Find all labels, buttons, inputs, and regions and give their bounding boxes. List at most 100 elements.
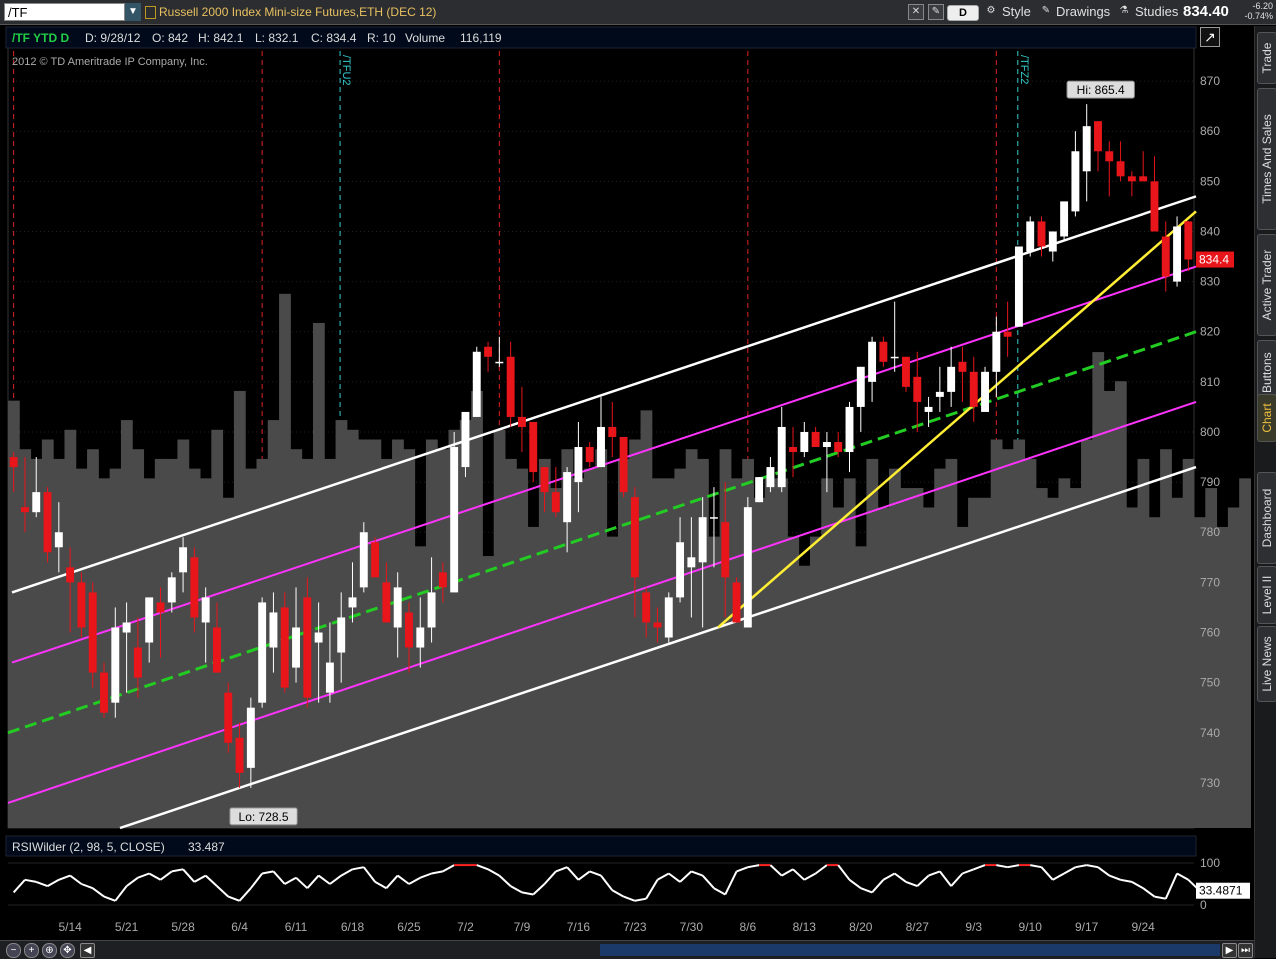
scroll-thumb[interactable]	[600, 944, 1220, 956]
tab-live-news[interactable]: Live News	[1257, 626, 1276, 702]
volume-bar	[414, 546, 427, 828]
header-volume-value: 116,119	[460, 31, 502, 45]
crosshair-icon[interactable]: ✕	[908, 4, 924, 20]
chevron-down-icon[interactable]: ▼	[124, 3, 141, 21]
last-price: 834.40	[1183, 3, 1229, 20]
candle-body	[676, 542, 685, 598]
low-label: Lo: 728.5	[239, 810, 289, 824]
candle-body	[133, 647, 142, 678]
candle-body	[822, 442, 831, 448]
date-tick-label: 8/27	[906, 920, 930, 934]
date-tick-label: 6/4	[231, 920, 248, 934]
candle-body	[1127, 176, 1136, 182]
rsi-axis-value: 33.4871	[1199, 884, 1243, 898]
volume-bar	[1013, 439, 1026, 828]
volume-bar	[651, 478, 664, 828]
volume-bar	[471, 390, 483, 828]
header-period: /TF YTD D	[12, 31, 69, 45]
candle-body	[845, 406, 854, 453]
tab-level-ii[interactable]: Level II	[1257, 566, 1276, 624]
price-chart[interactable]: 5/1/12/TFU26/1/127/2/128/1/12/TFZ29/4/12…	[0, 25, 1254, 940]
volume-bar	[312, 322, 325, 828]
volume-bar	[572, 478, 585, 828]
pencil-tool-icon[interactable]: ✎	[928, 4, 944, 20]
candle-body	[280, 607, 289, 688]
volume-bar	[482, 556, 495, 828]
rsi-tick-label: 100	[1200, 856, 1220, 870]
symbol-input[interactable]: /TF	[4, 3, 140, 21]
volume-bar	[1081, 439, 1093, 828]
flask-icon[interactable]: ⚗	[1117, 4, 1131, 18]
scroll-end-icon[interactable]: ⏭	[1238, 943, 1253, 958]
volume-bar	[538, 458, 551, 828]
volume-bar	[437, 449, 450, 828]
candle-body	[1037, 221, 1046, 247]
candle-body	[642, 592, 651, 623]
volume-bar	[809, 536, 822, 828]
candle-body	[77, 582, 86, 628]
scroll-right-icon[interactable]: ▶	[1222, 943, 1237, 958]
date-tick-label: 8/20	[849, 920, 873, 934]
rsi-label: RSIWilder (2, 98, 5, CLOSE)	[12, 840, 165, 854]
candle-body	[1139, 176, 1148, 182]
pan-icon[interactable]: ✥	[60, 943, 75, 958]
candle-body	[517, 416, 526, 427]
marker-label: /TFU2	[340, 55, 352, 86]
volume-bar	[900, 488, 913, 828]
candle-body	[246, 707, 255, 768]
style-button[interactable]: Style	[1002, 4, 1031, 20]
zoom-out-icon[interactable]: −	[6, 943, 21, 958]
price-tick-label: 790	[1200, 475, 1220, 489]
volume-bar	[527, 526, 540, 828]
candle-body	[292, 627, 300, 668]
tab-dashboard[interactable]: Dashboard	[1257, 472, 1276, 564]
candle-body	[1105, 151, 1114, 162]
candle-body	[20, 507, 29, 513]
volume-bar	[764, 478, 777, 828]
candle-body	[732, 582, 741, 623]
drawings-button[interactable]: Drawings	[1056, 4, 1110, 20]
candle-body	[1082, 126, 1091, 172]
candle-body	[66, 567, 75, 583]
candle-body	[992, 331, 1001, 372]
candle-body	[337, 617, 346, 653]
flag-icon[interactable]	[145, 6, 156, 19]
volume-bar	[1058, 478, 1071, 828]
volume-bar	[75, 468, 88, 828]
side-tab-strip: Trade Times And Sales Active Trader Big …	[1254, 26, 1276, 958]
zoom-in-icon[interactable]: +	[24, 943, 39, 958]
volume-bar	[606, 536, 619, 828]
candle-body	[32, 492, 41, 513]
header-date: D: 9/28/12	[85, 31, 141, 45]
price-tick-label: 850	[1200, 174, 1220, 188]
candle-body	[1094, 121, 1102, 152]
studies-button[interactable]: Studies	[1135, 4, 1178, 20]
gear-icon[interactable]: ⚙	[984, 4, 998, 18]
header-range: R: 10	[367, 31, 396, 45]
date-tick-label: 7/23	[623, 920, 647, 934]
tab-times-and-sales[interactable]: Times And Sales	[1257, 88, 1276, 230]
candle-body	[1173, 226, 1182, 282]
zoom-fit-icon[interactable]: ⊕	[42, 943, 57, 958]
volume-bar	[866, 458, 879, 828]
candle-body	[1184, 221, 1193, 260]
candle-body	[314, 632, 323, 643]
tab-chart[interactable]: Chart	[1257, 394, 1276, 442]
volume-bar	[584, 468, 596, 828]
period-d-button[interactable]: D	[947, 5, 979, 21]
candle-body	[371, 542, 380, 578]
tab-trade[interactable]: Trade	[1257, 32, 1276, 84]
candle-body	[484, 346, 493, 357]
pen-icon[interactable]: ✎	[1039, 4, 1053, 18]
header-low: L: 832.1	[255, 31, 299, 45]
volume-bar	[1001, 449, 1014, 828]
expand-icon[interactable]: ↗	[1200, 27, 1220, 47]
price-tick-label: 860	[1200, 124, 1220, 138]
price-tick-label: 730	[1200, 776, 1220, 790]
volume-bar	[504, 458, 517, 828]
price-tick-label: 870	[1200, 74, 1220, 88]
date-tick-label: 6/18	[341, 920, 365, 934]
scroll-left-icon[interactable]: ◀	[80, 943, 95, 958]
tab-active-trader[interactable]: Active Trader	[1257, 234, 1276, 336]
candle-body	[269, 612, 278, 648]
